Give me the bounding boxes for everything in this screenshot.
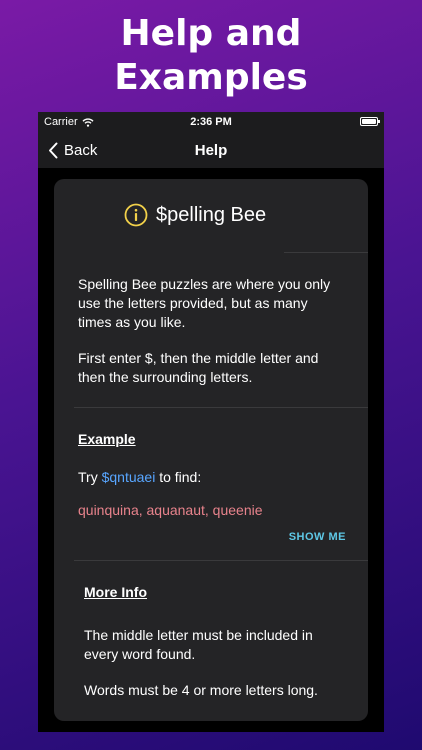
more-info-paragraph-1: The middle letter must be included in ev… bbox=[84, 627, 313, 662]
card-header: $pelling Bee bbox=[124, 203, 266, 227]
card-title: $pelling Bee bbox=[156, 203, 267, 226]
show-me-button[interactable]: SHOW ME bbox=[289, 531, 346, 543]
status-bar: Carrier 2:36 PM bbox=[38, 112, 384, 132]
divider-intro bbox=[74, 407, 368, 408]
more-info-paragraph-2: Words must be 4 or more letters long. bbox=[84, 682, 318, 698]
example-title: Example bbox=[78, 431, 136, 447]
divider-example bbox=[74, 560, 368, 561]
phone-screen: Carrier 2:36 PM Back Help $pelling Bee S… bbox=[38, 112, 384, 732]
divider-header bbox=[284, 252, 368, 253]
battery-icon bbox=[360, 117, 380, 126]
chevron-left-icon bbox=[49, 142, 58, 158]
back-label: Back bbox=[64, 141, 98, 159]
navigation-bar: Back Help bbox=[38, 132, 384, 168]
info-icon bbox=[124, 203, 148, 227]
headline-line-1: Help and bbox=[120, 13, 302, 54]
headline-line-2: Examples bbox=[114, 57, 308, 98]
more-info-title: More Info bbox=[84, 584, 147, 600]
carrier-label: Carrier bbox=[44, 116, 78, 128]
intro-paragraph-2: First enter $, then the middle letter an… bbox=[78, 350, 319, 385]
example-try-line: Try $qntuaei to find: bbox=[78, 469, 202, 485]
carrier-group: Carrier bbox=[44, 116, 94, 128]
wifi-icon bbox=[82, 117, 94, 127]
example-results: quinquina, aquanaut, queenie bbox=[78, 502, 263, 518]
intro-paragraph-1: Spelling Bee puzzles are where you only … bbox=[78, 276, 331, 330]
promo-headline: Help and Examples bbox=[0, 12, 422, 100]
help-card: $pelling Bee Spelling Bee puzzles are wh… bbox=[54, 179, 368, 721]
example-query-link[interactable]: $qntuaei bbox=[102, 469, 156, 485]
back-button[interactable]: Back bbox=[38, 142, 97, 159]
